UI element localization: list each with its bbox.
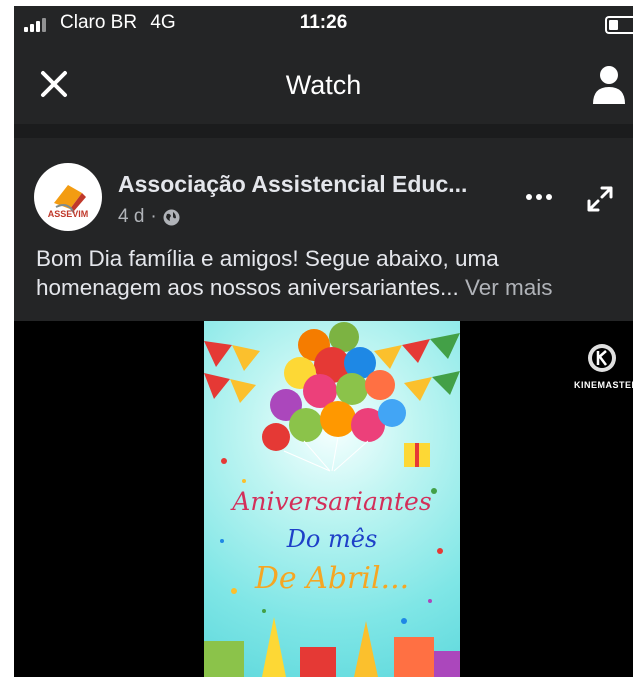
post-time[interactable]: 4 d: [118, 206, 144, 228]
more-options-icon[interactable]: [524, 190, 554, 204]
video-player[interactable]: Aniversariantes Do mês De Abril... KINEM…: [14, 321, 633, 677]
see-more-link[interactable]: Ver mais: [465, 275, 553, 300]
kinemaster-watermark: KINEMASTER: [574, 343, 633, 390]
fullscreen-icon[interactable]: [585, 184, 615, 214]
profile-icon[interactable]: [591, 64, 627, 104]
status-time: 11:26: [299, 12, 348, 33]
card-line-1: Aniversariantes: [232, 487, 432, 516]
avatar-label: ASSEVIM: [47, 209, 89, 219]
card-line-2: Do mês: [286, 525, 378, 553]
battery-icon: [605, 16, 633, 34]
phone-screen: Claro BR 4G 11:26 Watch ASSEVIM Associaç…: [14, 6, 633, 677]
caption-text: Bom Dia família e amigos! Segue abaixo, …: [36, 246, 499, 300]
globe-icon: [163, 209, 180, 225]
page-name-link[interactable]: Associação Assistencial Educ...: [118, 171, 467, 198]
status-bar: Claro BR 4G 11:26: [14, 6, 633, 42]
card-line-3: De Abril...: [254, 561, 410, 596]
page-title: Watch: [285, 70, 362, 100]
kinemaster-label: KINEMASTER: [574, 380, 633, 390]
book-logo-icon: [54, 185, 86, 214]
kinemaster-logo-icon: [588, 344, 616, 372]
top-nav-bar: Watch: [14, 50, 633, 120]
post-caption: Bom Dia família e amigos! Segue abaixo, …: [36, 244, 628, 302]
meta-separator: ·: [150, 206, 157, 227]
post-meta: 4 d ·: [118, 206, 180, 228]
post-header: ASSEVIM Associação Assistencial Educ... …: [14, 138, 633, 238]
divider: [14, 124, 633, 138]
page-avatar[interactable]: ASSEVIM: [34, 163, 102, 231]
video-frame: Aniversariantes Do mês De Abril...: [204, 321, 460, 677]
